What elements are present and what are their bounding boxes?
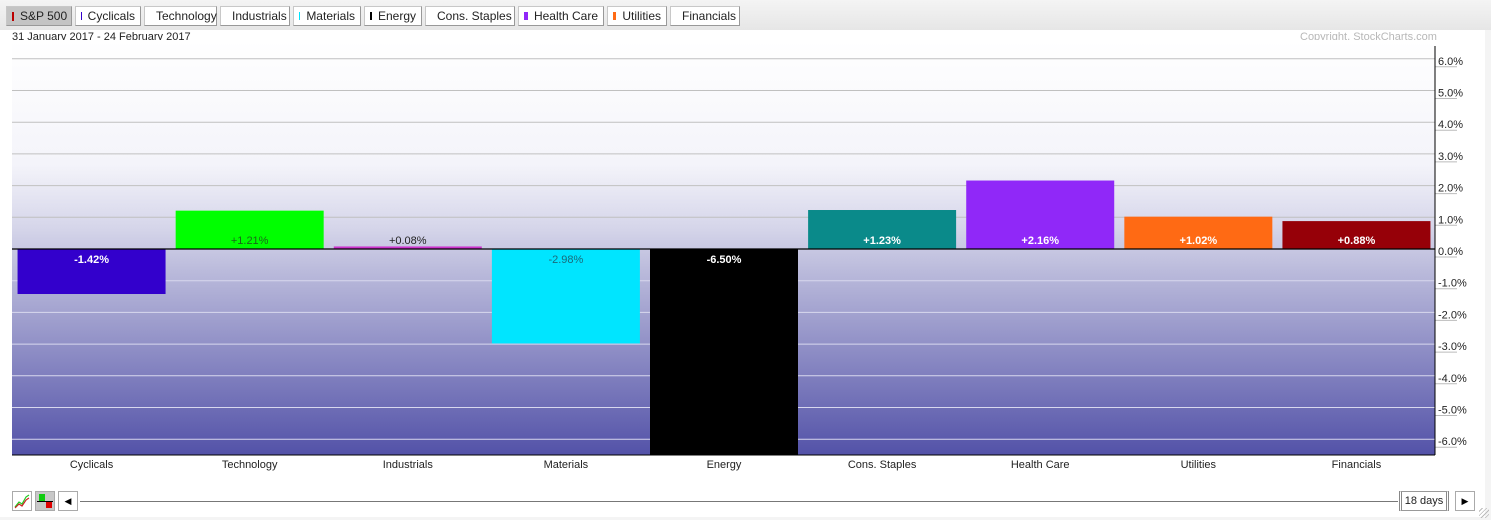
y-tick-label: 1.0% xyxy=(1438,214,1463,226)
bar-value-label: +0.08% xyxy=(389,235,427,247)
y-tick-label: -4.0% xyxy=(1438,373,1467,385)
bar-chart-view-button[interactable] xyxy=(35,491,55,511)
y-tick-label: -1.0% xyxy=(1438,278,1467,290)
x-tick-label: Technology xyxy=(222,459,278,471)
bar-value-label: +0.88% xyxy=(1338,235,1376,247)
next-period-button[interactable]: ▶ xyxy=(1455,491,1475,511)
y-tick-label: 3.0% xyxy=(1438,151,1463,163)
bar-value-label: -6.50% xyxy=(707,254,742,266)
x-tick-label: Health Care xyxy=(1011,459,1070,471)
x-tick-label: Cons. Staples xyxy=(848,459,917,471)
y-tick-label: 2.0% xyxy=(1438,183,1463,195)
x-tick-label: Energy xyxy=(707,459,742,471)
line-chart-view-button[interactable] xyxy=(12,491,32,511)
y-tick-label: -2.0% xyxy=(1438,309,1467,321)
y-tick-label: -6.0% xyxy=(1438,436,1467,448)
bar-value-label: +1.02% xyxy=(1180,235,1218,247)
prev-period-button[interactable]: ◀ xyxy=(58,491,78,511)
bar-chart-icon xyxy=(37,494,53,508)
bar-value-label: -1.42% xyxy=(74,254,109,266)
arrow-right-icon: ▶ xyxy=(1461,495,1469,506)
y-tick-label: -3.0% xyxy=(1438,341,1467,353)
bar-energy xyxy=(650,249,798,456)
y-tick-label: 5.0% xyxy=(1438,88,1463,100)
x-tick-label: Cyclicals xyxy=(70,459,114,471)
period-slider-handle[interactable]: 18 days xyxy=(1399,491,1449,511)
line-chart-icon xyxy=(14,494,30,509)
y-tick-label: 4.0% xyxy=(1438,119,1463,131)
x-tick-label: Financials xyxy=(1332,459,1382,471)
bar-value-label: -2.98% xyxy=(548,254,583,266)
period-slider-track[interactable] xyxy=(80,501,1398,502)
y-tick-label: 0.0% xyxy=(1438,246,1463,258)
x-tick-label: Utilities xyxy=(1181,459,1217,471)
resize-grip[interactable] xyxy=(1479,508,1489,518)
period-label: 18 days xyxy=(1404,495,1444,507)
bar-value-label: +2.16% xyxy=(1021,235,1059,247)
y-tick-label: -5.0% xyxy=(1438,405,1467,417)
x-tick-label: Industrials xyxy=(383,459,434,471)
arrow-left-icon: ◀ xyxy=(64,495,72,506)
x-tick-label: Materials xyxy=(544,459,589,471)
bar-value-label: +1.21% xyxy=(231,235,269,247)
y-tick-label: 6.0% xyxy=(1438,56,1463,68)
bar-value-label: +1.23% xyxy=(863,235,901,247)
bar-chart: 6.0% 5.0% 4.0% 3.0% 2.0% 1.0% 0.0% -1.0% -2.0% -3… xyxy=(12,40,1467,471)
